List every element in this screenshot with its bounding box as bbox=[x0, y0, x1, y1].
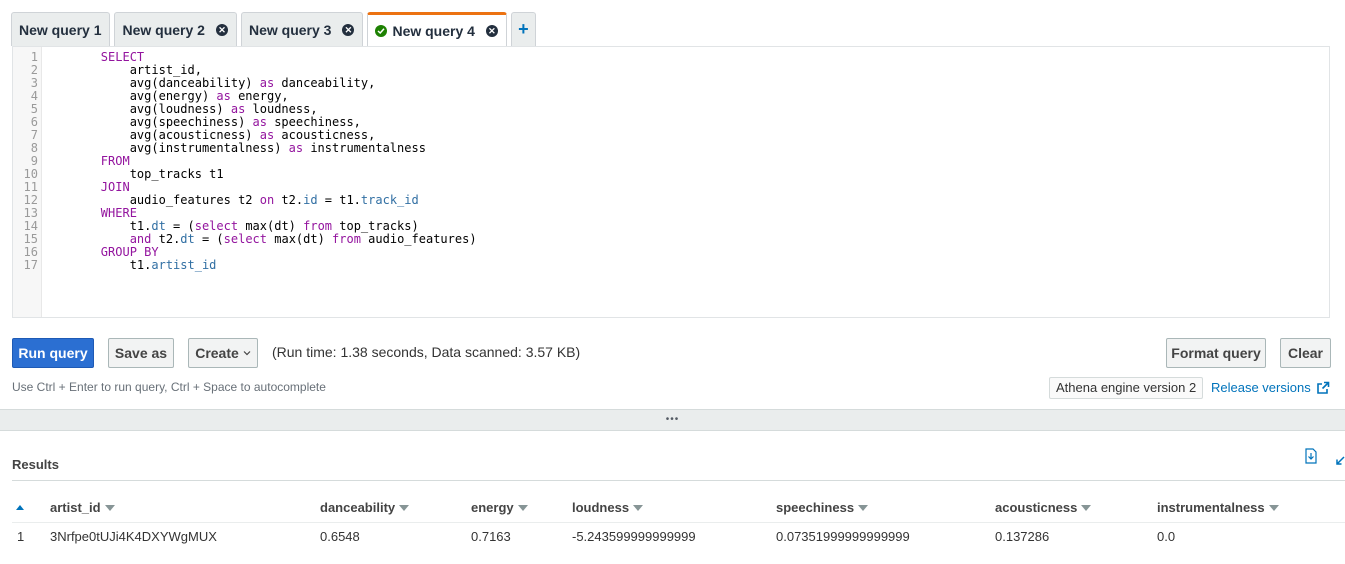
caret-down-icon bbox=[104, 504, 115, 511]
tab-label: New query 4 bbox=[392, 23, 475, 39]
release-versions-link[interactable]: Release versions bbox=[1211, 380, 1330, 395]
run-query-button[interactable]: Run query bbox=[12, 338, 94, 368]
code-line: avg(instrumentalness) as instrumentalnes… bbox=[43, 141, 426, 155]
column-header-energy[interactable]: energy bbox=[471, 500, 528, 515]
code-line: SELECT bbox=[100, 50, 145, 64]
create-label: Create bbox=[195, 345, 239, 361]
tab-new-query-2[interactable]: New query 2 ✕ bbox=[114, 12, 237, 46]
code-line: t1.artist_id bbox=[43, 258, 217, 272]
sql-editor[interactable]: 1 2 3 4 5 6 7 8 9 10 11 12 13 14 15 16 1… bbox=[12, 46, 1330, 318]
cell-instrumentalness: 0.0 bbox=[1157, 529, 1176, 544]
close-icon[interactable]: ✕ bbox=[215, 23, 228, 36]
add-tab-button[interactable]: + bbox=[510, 12, 536, 46]
code-line: and t2.dt = (select max(dt) from audio_f… bbox=[129, 232, 477, 246]
cell-speechiness: 0.07351999999999999 bbox=[776, 529, 910, 544]
column-label: speechiness bbox=[776, 500, 855, 515]
column-label: acousticness bbox=[995, 500, 1078, 515]
engine-version-badge: Athena engine version 2 bbox=[1049, 377, 1204, 399]
save-as-button[interactable]: Save as bbox=[108, 338, 174, 368]
release-versions-label: Release versions bbox=[1211, 380, 1311, 395]
sort-ascending-icon[interactable] bbox=[16, 505, 24, 510]
column-label: energy bbox=[471, 500, 514, 515]
collapse-results-icon[interactable] bbox=[1335, 453, 1345, 471]
column-header-instrumentalness[interactable]: instrumentalness bbox=[1157, 500, 1279, 515]
cell-energy: 0.7163 bbox=[471, 529, 511, 544]
results-title: Results bbox=[12, 457, 59, 472]
close-icon[interactable]: ✕ bbox=[485, 25, 498, 37]
row-number: 1 bbox=[17, 529, 25, 544]
results-divider bbox=[12, 480, 1345, 481]
column-header-loudness[interactable]: loudness bbox=[572, 500, 644, 515]
column-label: artist_id bbox=[50, 500, 101, 515]
external-link-icon bbox=[1316, 381, 1330, 394]
line-number-gutter: 1 2 3 4 5 6 7 8 9 10 11 12 13 14 15 16 1… bbox=[13, 47, 42, 317]
cell-artist-id: 3Nrfpe0tUJi4K4DXYWgMUX bbox=[50, 529, 217, 544]
drag-handle-icon: ••• bbox=[665, 414, 680, 425]
create-dropdown-button[interactable]: Create bbox=[188, 338, 258, 368]
caret-down-icon bbox=[1081, 504, 1092, 511]
code-line: audio_features t2 on t2.id = t1.track_id bbox=[43, 193, 419, 207]
download-csv-icon[interactable] bbox=[1304, 448, 1318, 469]
line-number: 17 bbox=[23, 258, 38, 272]
run-stats: (Run time: 1.38 seconds, Data scanned: 3… bbox=[272, 344, 581, 360]
tab-new-query-1[interactable]: New query 1 bbox=[11, 12, 111, 46]
tab-new-query-4[interactable]: New query 4 ✕ bbox=[367, 12, 507, 47]
caret-down-icon bbox=[1268, 504, 1279, 511]
code-line: GROUP BY bbox=[100, 245, 159, 259]
caret-down-icon bbox=[399, 504, 410, 511]
column-header-danceability[interactable]: danceability bbox=[320, 500, 410, 515]
caret-down-icon bbox=[517, 504, 528, 511]
code-line: FROM bbox=[100, 154, 130, 168]
clear-button[interactable]: Clear bbox=[1280, 338, 1331, 368]
tab-label: New query 3 bbox=[248, 21, 332, 38]
chevron-down-icon bbox=[243, 351, 251, 356]
cell-acousticness: 0.137286 bbox=[995, 529, 1050, 544]
tab-label: New query 2 bbox=[122, 21, 205, 38]
column-header-acousticness[interactable]: acousticness bbox=[995, 500, 1092, 515]
code-line: top_tracks t1 bbox=[43, 167, 224, 181]
tab-label: New query 1 bbox=[19, 21, 102, 38]
tab-new-query-3[interactable]: New query 3 ✕ bbox=[240, 12, 364, 46]
caret-down-icon bbox=[633, 504, 644, 511]
cell-danceability: 0.6548 bbox=[320, 529, 360, 544]
column-header-speechiness[interactable]: speechiness bbox=[776, 500, 869, 515]
query-tabs: New query 1 New query 2 ✕ New query 3 ✕ … bbox=[11, 12, 536, 47]
format-query-button[interactable]: Format query bbox=[1166, 338, 1266, 368]
pane-resize-handle[interactable]: ••• bbox=[0, 409, 1345, 431]
keyboard-hint: Use Ctrl + Enter to run query, Ctrl + Sp… bbox=[12, 380, 326, 394]
column-label: loudness bbox=[572, 500, 630, 515]
success-check-icon bbox=[375, 25, 388, 37]
cell-loudness: -5.243599999999999 bbox=[572, 529, 696, 544]
column-header-artist-id[interactable]: artist_id bbox=[50, 500, 115, 515]
header-row-divider bbox=[12, 522, 1345, 523]
sql-code[interactable]: SELECT artist_id, avg(danceability) as d… bbox=[43, 47, 1329, 272]
column-label: instrumentalness bbox=[1157, 500, 1265, 515]
caret-down-icon bbox=[858, 504, 869, 511]
column-label: danceability bbox=[320, 500, 396, 515]
close-icon[interactable]: ✕ bbox=[342, 23, 355, 36]
